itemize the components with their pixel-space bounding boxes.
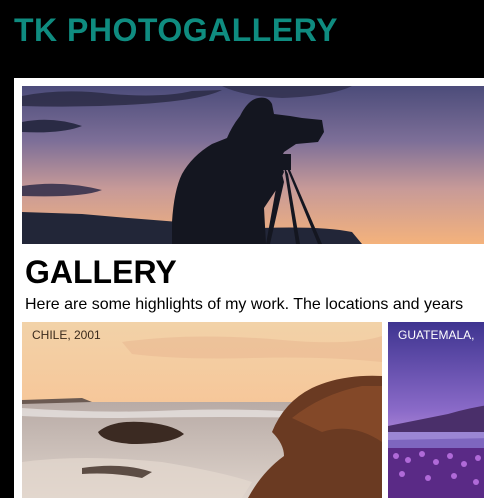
hero-image xyxy=(22,86,484,244)
main-panel: GALLERY Here are some highlights of my w… xyxy=(14,78,484,498)
beach-photo xyxy=(22,322,382,498)
photo-card-guatemala[interactable]: GUATEMALA, xyxy=(388,322,484,498)
gallery-intro: Here are some highlights of my work. The… xyxy=(25,296,464,313)
photo-caption: GUATEMALA, xyxy=(398,328,475,342)
gallery-heading: GALLERY xyxy=(25,254,177,290)
site-header: TK PHOTOGALLERY xyxy=(0,0,484,68)
photo-caption: CHILE, 2001 xyxy=(32,328,101,342)
photo-card-chile[interactable]: CHILE, 2001 xyxy=(22,322,382,498)
site-title[interactable]: TK PHOTOGALLERY xyxy=(14,12,338,49)
lake-photo xyxy=(388,322,484,498)
